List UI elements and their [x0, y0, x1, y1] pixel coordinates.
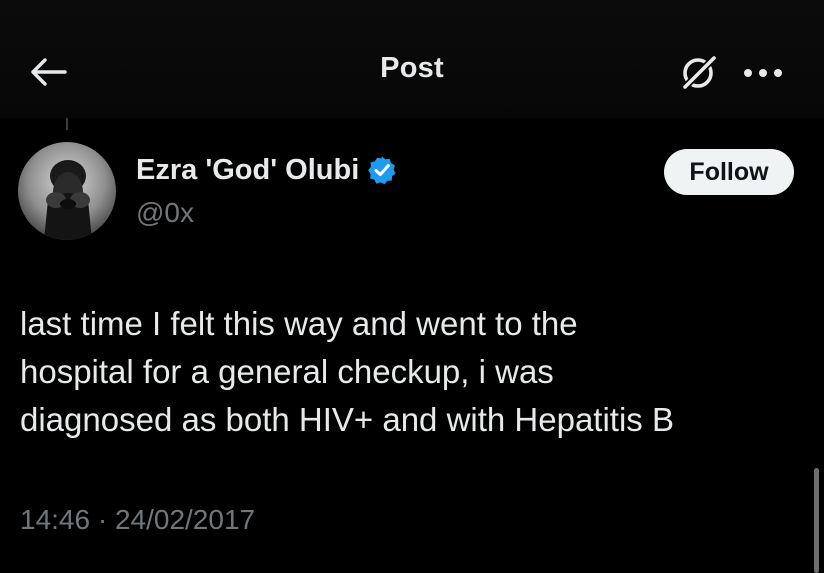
back-button[interactable]: [24, 52, 72, 92]
author-name: Ezra 'God' Olubi: [136, 154, 360, 186]
grok-button[interactable]: [673, 50, 723, 96]
verified-badge-icon: [368, 156, 396, 185]
post-text-line: hospital for a general checkup, i was: [20, 353, 554, 390]
avatar[interactable]: [18, 142, 116, 240]
author-handle[interactable]: @0x: [136, 196, 194, 230]
post-text-line: last time I felt this way and went to th…: [20, 305, 578, 342]
author-name-row[interactable]: Ezra 'God' Olubi: [136, 152, 397, 188]
post-text: last time I felt this way and went to th…: [20, 300, 800, 444]
post-text-line: diagnosed as both HIV+ and with Hepatiti…: [20, 401, 674, 438]
more-dots-icon: [744, 69, 782, 77]
thread-connector-line: [66, 118, 68, 130]
more-options-button[interactable]: [736, 56, 790, 90]
grok-icon: [682, 55, 717, 90]
post-timestamp[interactable]: 14:46 · 24/02/2017: [20, 500, 255, 540]
arrow-left-icon: [31, 58, 67, 86]
top-bar: Post: [0, 0, 824, 118]
follow-button[interactable]: Follow: [664, 149, 794, 195]
scrollbar[interactable]: [814, 468, 819, 573]
